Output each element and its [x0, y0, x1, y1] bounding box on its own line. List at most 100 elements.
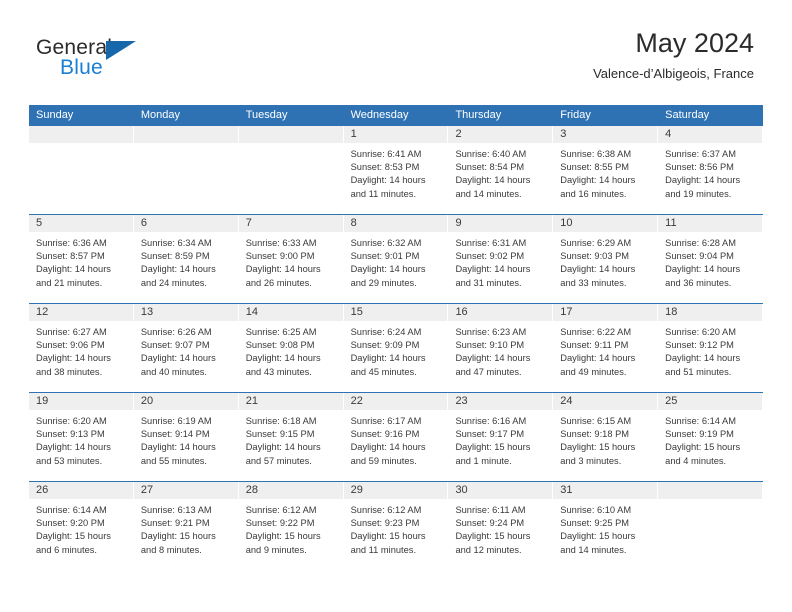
calendar-day-cell[interactable]: 23 Sunrise: 6:16 AM Sunset: 9:17 PM Dayl…	[448, 393, 553, 481]
daylight-text-line2: and 38 minutes.	[36, 366, 103, 377]
daylight-text-line1: Daylight: 14 hours	[140, 353, 216, 364]
daylight-text-line2: and 40 minutes.	[140, 366, 208, 377]
calendar-page: General Blue May 2024 Valence-d’Albigeoi…	[0, 0, 792, 612]
sunset-text: Sunset: 9:13 PM	[36, 429, 105, 440]
day-details: Sunrise: 6:41 AM Sunset: 8:53 PM Dayligh…	[344, 143, 448, 201]
calendar-day-cell[interactable]: 13 Sunrise: 6:26 AM Sunset: 9:07 PM Dayl…	[133, 304, 239, 392]
day-details: Sunrise: 6:14 AM Sunset: 9:19 PM Dayligh…	[658, 410, 762, 468]
day-number: 21	[238, 393, 343, 410]
calendar-day-cell[interactable]: 31 Sunrise: 6:10 AM Sunset: 9:25 PM Dayl…	[553, 482, 658, 570]
calendar-day-cell[interactable]: 8 Sunrise: 6:32 AM Sunset: 9:01 PM Dayli…	[343, 215, 449, 303]
daylight-text-line2: and 29 minutes.	[350, 277, 417, 288]
calendar-day-cell[interactable]: 20 Sunrise: 6:19 AM Sunset: 9:14 PM Dayl…	[133, 393, 239, 481]
calendar-day-cell[interactable]: 2 Sunrise: 6:40 AM Sunset: 8:54 PM Dayli…	[448, 126, 553, 214]
calendar-day-cell[interactable]: 4 Sunrise: 6:37 AM Sunset: 8:56 PM Dayli…	[658, 126, 763, 214]
daylight-text-line2: and 49 minutes.	[560, 366, 627, 377]
day-number: 12	[29, 304, 133, 321]
sunrise-text: Sunrise: 6:12 AM	[245, 505, 317, 515]
day-details: Sunrise: 6:20 AM Sunset: 9:12 PM Dayligh…	[658, 321, 762, 379]
sunset-text: Sunset: 9:22 PM	[245, 518, 315, 529]
calendar-day-cell[interactable]: 17 Sunrise: 6:22 AM Sunset: 9:11 PM Dayl…	[553, 304, 658, 392]
daylight-text-line1: Daylight: 14 hours	[350, 353, 426, 364]
sunrise-text: Sunrise: 6:12 AM	[350, 505, 422, 515]
sunrise-text: Sunrise: 6:20 AM	[665, 327, 736, 337]
calendar-day-cell[interactable]: 5 Sunrise: 6:36 AM Sunset: 8:57 PM Dayli…	[29, 215, 134, 303]
day-number: 29	[343, 482, 448, 499]
calendar-day-cell[interactable]: 14 Sunrise: 6:25 AM Sunset: 9:08 PM Dayl…	[238, 304, 344, 392]
day-details: Sunrise: 6:15 AM Sunset: 9:18 PM Dayligh…	[553, 410, 657, 468]
calendar-day-cell[interactable]: 16 Sunrise: 6:23 AM Sunset: 9:10 PM Dayl…	[448, 304, 553, 392]
sunset-text: Sunset: 9:10 PM	[455, 340, 525, 351]
day-number	[238, 126, 343, 143]
sunset-text: Sunset: 9:02 PM	[455, 251, 525, 262]
sunset-text: Sunset: 9:01 PM	[350, 251, 420, 262]
calendar-day-cell[interactable]	[133, 126, 239, 214]
sunset-text: Sunset: 9:08 PM	[245, 340, 315, 351]
daylight-text-line1: Daylight: 14 hours	[665, 175, 741, 186]
day-details: Sunrise: 6:27 AM Sunset: 9:06 PM Dayligh…	[29, 321, 133, 379]
day-number	[658, 482, 763, 499]
day-details: Sunrise: 6:38 AM Sunset: 8:55 PM Dayligh…	[553, 143, 657, 201]
calendar-day-cell[interactable]: 18 Sunrise: 6:20 AM Sunset: 9:12 PM Dayl…	[658, 304, 763, 392]
sunrise-text: Sunrise: 6:18 AM	[245, 416, 317, 426]
daylight-text-line2: and 1 minute.	[455, 455, 512, 466]
calendar-day-cell[interactable]	[238, 126, 344, 214]
daylight-text-line1: Daylight: 15 hours	[36, 531, 111, 542]
day-details	[658, 499, 762, 504]
day-number: 20	[133, 393, 238, 410]
calendar-day-cell[interactable]: 22 Sunrise: 6:17 AM Sunset: 9:16 PM Dayl…	[343, 393, 449, 481]
calendar-week-row: 1 Sunrise: 6:41 AM Sunset: 8:53 PM Dayli…	[29, 126, 763, 214]
daylight-text-line2: and 8 minutes.	[140, 544, 202, 555]
daylight-text-line2: and 14 minutes.	[455, 188, 522, 199]
calendar-day-cell[interactable]	[29, 126, 134, 214]
sunrise-text: Sunrise: 6:22 AM	[560, 327, 632, 337]
weekday-header-sunday: Sunday	[36, 109, 74, 121]
calendar-day-cell[interactable]: 9 Sunrise: 6:31 AM Sunset: 9:02 PM Dayli…	[448, 215, 553, 303]
daylight-text-line1: Daylight: 15 hours	[560, 442, 636, 453]
day-number	[133, 126, 238, 143]
calendar-day-cell[interactable]: 3 Sunrise: 6:38 AM Sunset: 8:55 PM Dayli…	[553, 126, 658, 214]
day-number: 1	[343, 126, 448, 143]
day-number	[29, 126, 133, 143]
calendar-day-cell[interactable]: 24 Sunrise: 6:15 AM Sunset: 9:18 PM Dayl…	[553, 393, 658, 481]
day-details: Sunrise: 6:14 AM Sunset: 9:20 PM Dayligh…	[29, 499, 133, 557]
sunset-text: Sunset: 8:56 PM	[665, 162, 734, 173]
day-details: Sunrise: 6:36 AM Sunset: 8:57 PM Dayligh…	[29, 232, 133, 290]
day-details: Sunrise: 6:29 AM Sunset: 9:03 PM Dayligh…	[553, 232, 657, 290]
sunset-text: Sunset: 9:14 PM	[140, 429, 210, 440]
calendar-day-cell[interactable]: 1 Sunrise: 6:41 AM Sunset: 8:53 PM Dayli…	[343, 126, 449, 214]
sunrise-text: Sunrise: 6:14 AM	[665, 416, 736, 426]
daylight-text-line2: and 36 minutes.	[665, 277, 732, 288]
day-number: 27	[133, 482, 238, 499]
sunset-text: Sunset: 9:03 PM	[560, 251, 630, 262]
calendar-day-cell[interactable]	[658, 482, 763, 570]
page-subtitle: Valence-d’Albigeois, France	[593, 66, 754, 82]
calendar-day-cell[interactable]: 12 Sunrise: 6:27 AM Sunset: 9:06 PM Dayl…	[29, 304, 134, 392]
daylight-text-line1: Daylight: 14 hours	[36, 442, 111, 453]
calendar-day-cell[interactable]: 19 Sunrise: 6:20 AM Sunset: 9:13 PM Dayl…	[29, 393, 134, 481]
daylight-text-line2: and 51 minutes.	[665, 366, 732, 377]
day-number: 24	[553, 393, 658, 410]
daylight-text-line2: and 53 minutes.	[36, 455, 103, 466]
calendar-day-cell[interactable]: 15 Sunrise: 6:24 AM Sunset: 9:09 PM Dayl…	[343, 304, 449, 392]
sunset-text: Sunset: 9:17 PM	[455, 429, 525, 440]
sunset-text: Sunset: 9:20 PM	[36, 518, 105, 529]
calendar-day-cell[interactable]: 11 Sunrise: 6:28 AM Sunset: 9:04 PM Dayl…	[658, 215, 763, 303]
calendar-day-cell[interactable]: 29 Sunrise: 6:12 AM Sunset: 9:23 PM Dayl…	[343, 482, 449, 570]
calendar-day-cell[interactable]: 28 Sunrise: 6:12 AM Sunset: 9:22 PM Dayl…	[238, 482, 344, 570]
calendar-day-cell[interactable]: 21 Sunrise: 6:18 AM Sunset: 9:15 PM Dayl…	[238, 393, 344, 481]
day-details	[239, 143, 343, 148]
calendar-day-cell[interactable]: 10 Sunrise: 6:29 AM Sunset: 9:03 PM Dayl…	[553, 215, 658, 303]
calendar-day-cell[interactable]: 30 Sunrise: 6:11 AM Sunset: 9:24 PM Dayl…	[448, 482, 553, 570]
day-number: 6	[133, 215, 238, 232]
sunset-text: Sunset: 9:12 PM	[665, 340, 734, 351]
day-details: Sunrise: 6:16 AM Sunset: 9:17 PM Dayligh…	[448, 410, 552, 468]
calendar-day-cell[interactable]: 27 Sunrise: 6:13 AM Sunset: 9:21 PM Dayl…	[133, 482, 239, 570]
daylight-text-line1: Daylight: 14 hours	[560, 353, 636, 364]
calendar-day-cell[interactable]: 25 Sunrise: 6:14 AM Sunset: 9:19 PM Dayl…	[658, 393, 763, 481]
calendar-day-cell[interactable]: 6 Sunrise: 6:34 AM Sunset: 8:59 PM Dayli…	[133, 215, 239, 303]
calendar-day-cell[interactable]: 26 Sunrise: 6:14 AM Sunset: 9:20 PM Dayl…	[29, 482, 134, 570]
daylight-text-line2: and 59 minutes.	[350, 455, 417, 466]
weekday-header-tuesday: Tuesday	[245, 109, 288, 121]
calendar-day-cell[interactable]: 7 Sunrise: 6:33 AM Sunset: 9:00 PM Dayli…	[238, 215, 344, 303]
